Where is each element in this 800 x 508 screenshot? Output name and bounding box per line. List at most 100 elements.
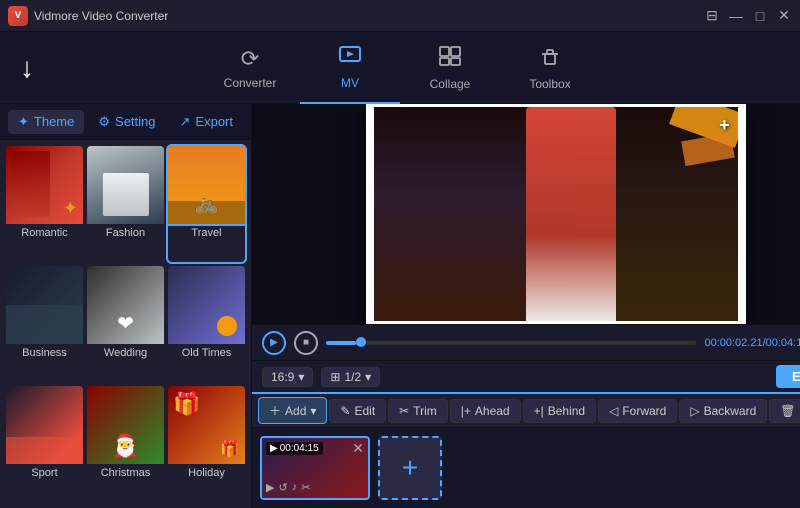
theme-item-romantic[interactable]: ✦ Romantic — [6, 146, 83, 262]
theme-name-christmas: Christmas — [87, 464, 164, 482]
add-button[interactable]: ＋ Add ▾ — [258, 397, 327, 424]
edit-label: Edit — [354, 404, 375, 418]
ratio-chevron: ▾ — [298, 370, 304, 384]
tab-setting[interactable]: ⚙ Setting — [88, 110, 165, 134]
ratio-label: 16:9 — [271, 370, 294, 384]
theme-name-wedding: Wedding — [87, 344, 164, 362]
theme-item-oldtimes[interactable]: Old Times — [168, 266, 245, 382]
theme-thumb-fashion — [87, 146, 164, 224]
theme-tab-icon: ✦ — [18, 114, 29, 130]
time-total: 00:04:15.12 — [766, 337, 800, 349]
clip-close-button[interactable]: ✕ — [352, 440, 364, 457]
backward-button[interactable]: ▷ Backward — [679, 399, 767, 423]
forward-icon: ◁ — [609, 404, 618, 418]
theme-item-christmas[interactable]: 🎅 Christmas — [87, 386, 164, 502]
theme-tab-label: Theme — [34, 114, 74, 129]
nav-back-arrow[interactable]: ↓ — [20, 52, 34, 84]
play-button[interactable]: ▶ — [262, 331, 286, 355]
stop-button[interactable]: ■ — [294, 331, 318, 355]
behind-button[interactable]: +| Behind — [523, 399, 597, 423]
add-icon: ＋ — [269, 402, 281, 419]
theme-item-holiday[interactable]: 🎁 🎁 Holiday — [168, 386, 245, 502]
progress-dot — [356, 337, 366, 347]
theme-item-business[interactable]: Business — [6, 266, 83, 382]
behind-label: Behind — [548, 404, 585, 418]
forward-button[interactable]: ◁ Forward — [598, 399, 677, 423]
nav-label-collage: Collage — [430, 77, 471, 91]
main-content: ✦ Theme ⚙ Setting ↗ Export ✦ Romantic — [0, 104, 800, 508]
secondary-controls: 16:9 ▾ ⊞ 1/2 ▾ Export — [252, 360, 800, 392]
empty-button[interactable]: 🗑 Empty — [769, 399, 800, 423]
clip-duration-icon: ▶ — [270, 443, 278, 454]
tab-export[interactable]: ↗ Export — [170, 110, 243, 134]
add-chevron: ▾ — [310, 404, 316, 418]
tab-theme[interactable]: ✦ Theme — [8, 110, 84, 134]
minimize-button[interactable]: — — [728, 8, 744, 24]
ahead-button[interactable]: |+ Ahead — [450, 399, 521, 423]
clip-item[interactable]: ▶ 00:04:15 ✕ ▶ ↺ ♪ ✂ — [260, 436, 370, 500]
theme-thumb-romantic: ✦ — [6, 146, 83, 224]
timeline-area: ▶ 00:04:15 ✕ ▶ ↺ ♪ ✂ + — [252, 428, 800, 508]
empty-icon: 🗑 — [780, 404, 795, 418]
nav-label-mv: MV — [341, 76, 359, 90]
theme-thumb-holiday: 🎁 🎁 — [168, 386, 245, 464]
ahead-icon: |+ — [461, 404, 471, 418]
maximize-button[interactable]: □ — [752, 8, 768, 24]
trim-icon: ✂ — [399, 404, 409, 418]
ratio-button[interactable]: 16:9 ▾ — [262, 367, 313, 387]
behind-icon: +| — [534, 404, 544, 418]
app-icon: V — [8, 6, 28, 26]
theme-name-holiday: Holiday — [168, 464, 245, 482]
progress-fill — [326, 341, 356, 345]
nav-item-toolbox[interactable]: Toolbox — [500, 32, 600, 104]
nav-item-converter[interactable]: ⟳ Converter — [200, 32, 300, 104]
theme-thumb-wedding: ❤ — [87, 266, 164, 344]
video-content: + — [374, 107, 738, 321]
window-controls: ⊟ — □ ✕ — [704, 8, 792, 24]
nav-item-collage[interactable]: Collage — [400, 32, 500, 104]
title-bar: V Vidmore Video Converter ⊟ — □ ✕ — [0, 0, 800, 32]
theme-item-wedding[interactable]: ❤ Wedding — [87, 266, 164, 382]
time-current: 00:00:02.21 — [704, 337, 762, 349]
theme-name-business: Business — [6, 344, 83, 362]
mv-icon — [338, 44, 362, 72]
clip-music-icon: ♪ — [292, 481, 298, 494]
collage-icon — [438, 45, 462, 73]
progress-bar[interactable] — [326, 341, 696, 345]
split-label: 1/2 — [344, 370, 361, 384]
clip-cut-icon: ✂ — [301, 481, 310, 494]
theme-thumb-travel: 🚲 — [168, 146, 245, 224]
toolbox-icon — [538, 45, 562, 73]
theme-thumb-oldtimes — [168, 266, 245, 344]
theme-item-travel[interactable]: 🚲 Travel — [168, 146, 245, 262]
video-frame: + — [366, 104, 746, 324]
theme-item-fashion[interactable]: Fashion — [87, 146, 164, 262]
add-label: Add — [285, 404, 306, 418]
theme-name-sport: Sport — [6, 464, 83, 482]
backward-icon: ▷ — [690, 404, 699, 418]
close-button[interactable]: ✕ — [776, 8, 792, 24]
split-button[interactable]: ⊞ 1/2 ▾ — [321, 367, 380, 387]
nav-label-toolbox: Toolbox — [529, 77, 570, 91]
clip-action-icons: ▶ ↺ ♪ ✂ — [266, 481, 310, 494]
edit-button[interactable]: ✎ Edit — [329, 399, 386, 423]
trim-button[interactable]: ✂ Trim — [388, 399, 448, 423]
theme-thumb-business — [6, 266, 83, 344]
add-clip-button[interactable]: + — [378, 436, 442, 500]
right-panel: + ▶ ■ 00:00:02.21/00:04:15.12 🔊 16:9 — [252, 104, 800, 508]
export-button[interactable]: Export — [776, 365, 800, 388]
split-icon: ⊞ — [330, 370, 340, 384]
setting-tab-label: Setting — [115, 114, 155, 129]
left-tabs: ✦ Theme ⚙ Setting ↗ Export — [0, 104, 251, 140]
chat-button[interactable]: ⊟ — [704, 8, 720, 24]
theme-name-travel: Travel — [168, 224, 245, 242]
nav-label-converter: Converter — [224, 76, 277, 90]
forward-label: Forward — [622, 404, 666, 418]
theme-name-oldtimes: Old Times — [168, 344, 245, 362]
bottom-toolbar: ＋ Add ▾ ✎ Edit ✂ Trim |+ Ahead +| Behind… — [252, 392, 800, 428]
theme-thumb-christmas: 🎅 — [87, 386, 164, 464]
nav-item-mv[interactable]: MV — [300, 32, 400, 104]
theme-item-sport[interactable]: Sport — [6, 386, 83, 502]
export-tab-icon: ↗ — [180, 114, 191, 130]
clip-duration: ▶ 00:04:15 — [266, 442, 323, 455]
